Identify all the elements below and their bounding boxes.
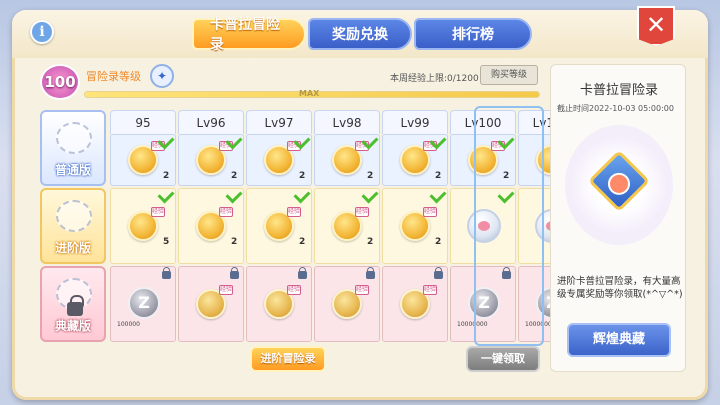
- level-title: 冒险录等级: [86, 70, 141, 83]
- level-column-header: Lv96: [178, 110, 244, 134]
- exp-tag: 经验: [423, 207, 437, 217]
- side-description: 进阶卡普拉冒险录，有大量高级专属奖励等你领取(*^▽^*): [557, 276, 683, 300]
- reward-cell[interactable]: Z 100000: [110, 266, 176, 342]
- side-panel: 卡普拉冒险录 截止时间2022-10-03 05:00:00 进阶卡普拉冒险录，…: [550, 64, 686, 372]
- level-column-header: Lv99: [382, 110, 448, 134]
- lock-icon: [366, 267, 375, 279]
- reward-cell[interactable]: 经验2: [314, 132, 380, 186]
- reward-cell[interactable]: 经验 2: [246, 186, 312, 264]
- tab-leaderboard[interactable]: 排行榜: [414, 18, 532, 50]
- reward-cell[interactable]: 经验2: [382, 132, 448, 186]
- row-label-text: 典藏版: [54, 319, 91, 333]
- lock-icon: [434, 267, 443, 279]
- normal-edition-emblem-icon: [56, 122, 92, 154]
- reward-quantity: 2: [231, 171, 238, 181]
- close-button[interactable]: ✕: [637, 6, 675, 46]
- reward-cell[interactable]: 经验: [246, 266, 312, 342]
- advance-adventure-button[interactable]: 进阶冒险录: [250, 346, 326, 372]
- check-icon: [157, 186, 175, 204]
- exp-tag: 经验: [423, 285, 437, 295]
- reward-grid: 普通版 进阶版 典藏版 95 经验 2 经验 5 Z 100000 Lv96 经验 2 经验 2 经验 L…: [40, 110, 584, 342]
- exp-tag: 经验: [151, 207, 165, 217]
- row-label-collector[interactable]: 典藏版: [40, 266, 106, 342]
- check-icon: [429, 186, 447, 204]
- lock-icon: [162, 267, 171, 279]
- exp-progress-bar: MAX: [84, 89, 540, 98]
- reward-cell[interactable]: 经验 2: [382, 186, 448, 264]
- glorious-collection-button[interactable]: 辉煌典藏: [567, 323, 671, 357]
- side-deadline: 截止时间2022-10-03 05:00:00: [557, 104, 674, 113]
- reward-quantity: 2: [367, 237, 374, 247]
- exp-tag: 经验: [219, 207, 233, 217]
- exp-tag: 经验: [219, 285, 233, 295]
- reward-cell[interactable]: 经验: [382, 266, 448, 342]
- reward-cell[interactable]: 经验 2: [314, 186, 380, 264]
- adventure-badge-icon: [587, 149, 651, 213]
- tab-bar: 卡普拉冒险录 奖励兑换 排行榜: [192, 17, 534, 53]
- reward-quantity: 2: [299, 237, 306, 247]
- reward-cell[interactable]: 经验 2: [178, 186, 244, 264]
- level-column-header: 95: [110, 110, 176, 134]
- check-icon: [225, 186, 243, 204]
- tab-adventure-log[interactable]: 卡普拉冒险录: [192, 17, 306, 53]
- reward-quantity: 100000: [117, 321, 140, 328]
- buy-level-button[interactable]: 购买等级: [480, 65, 538, 85]
- lock-icon: [67, 295, 84, 316]
- row-label-advanced[interactable]: 进阶版: [40, 188, 106, 264]
- row-label-normal[interactable]: 普通版: [40, 110, 106, 186]
- claim-all-button[interactable]: 一键领取: [466, 346, 540, 372]
- reward-quantity: 5: [163, 237, 170, 247]
- exp-max-label: MAX: [299, 89, 320, 98]
- reward-quantity: 2: [435, 237, 442, 247]
- advanced-edition-emblem-icon: [56, 200, 92, 232]
- row-label-text: 进阶版: [54, 241, 91, 255]
- level-badge: 100: [40, 64, 80, 100]
- level-column-header: Lv98: [314, 110, 380, 134]
- exp-tag: 经验: [287, 207, 301, 217]
- tab-reward-exchange[interactable]: 奖励兑换: [308, 18, 412, 50]
- check-icon: [293, 186, 311, 204]
- reward-cell[interactable]: 经验2: [110, 132, 176, 186]
- lock-icon: [298, 267, 307, 279]
- reward-cell[interactable]: 经验: [314, 266, 380, 342]
- side-title: 卡普拉冒险录: [579, 83, 658, 98]
- exp-tag: 经验: [355, 207, 369, 217]
- reward-quantity: 2: [435, 171, 442, 181]
- lock-icon: [230, 267, 239, 279]
- reward-quantity: 2: [299, 171, 306, 181]
- weekly-exp-cap: 本周经验上限:0/1200: [390, 74, 479, 84]
- reward-quantity: 2: [163, 171, 170, 181]
- side-art: [565, 125, 673, 245]
- reward-quantity: 2: [367, 171, 374, 181]
- exp-tag: 经验: [287, 285, 301, 295]
- level-column-header: Lv97: [246, 110, 312, 134]
- reward-quantity: 2: [231, 237, 238, 247]
- row-label-text: 普通版: [54, 163, 91, 177]
- exp-tag: 经验: [355, 285, 369, 295]
- check-icon: [361, 186, 379, 204]
- zeny-coin-icon: Z: [128, 287, 160, 319]
- current-level-highlight: [474, 106, 544, 346]
- reward-cell[interactable]: 经验2: [178, 132, 244, 186]
- close-icon: ✕: [645, 11, 667, 39]
- reward-cell[interactable]: 经验: [178, 266, 244, 342]
- ribbon-icon[interactable]: ✦: [150, 64, 174, 88]
- reward-cell[interactable]: 经验2: [246, 132, 312, 186]
- info-icon[interactable]: i: [30, 20, 54, 44]
- reward-cell[interactable]: 经验 5: [110, 186, 176, 264]
